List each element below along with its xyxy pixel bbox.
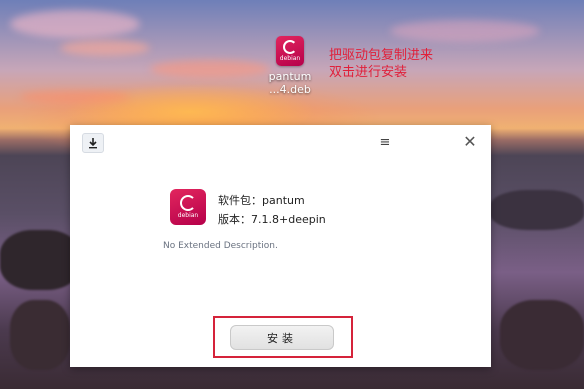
package-version: 版本：7.1.8+deepin (218, 213, 326, 226)
debian-package-icon: debian (170, 189, 206, 225)
package-description: No Extended Description. (163, 241, 278, 251)
close-button[interactable]: ✕ (460, 131, 480, 151)
annotation-line-2: 双击进行安装 (329, 65, 408, 80)
package-installer-dialog: ≡ ✕ debian 软件包：pantum 版本：7.1.8+deepin No… (70, 125, 491, 367)
annotation-line-1: 把驱动包复制进来 (329, 48, 434, 63)
download-arrow-icon (82, 133, 104, 153)
annotation-text: 把驱动包复制进来 双击进行安装 (329, 47, 433, 81)
menu-icon[interactable]: ≡ (376, 133, 394, 151)
desktop-file-ext: ...4.deb (269, 83, 311, 96)
debian-package-icon: debian (276, 36, 304, 66)
install-button[interactable]: 安装 (230, 325, 334, 350)
desktop-file-name: pantum (268, 70, 312, 83)
package-info: 软件包：pantum 版本：7.1.8+deepin (218, 191, 326, 229)
desktop-deb-file[interactable]: debian pantum ...4.deb (268, 36, 312, 96)
package-name: 软件包：pantum (218, 194, 305, 207)
